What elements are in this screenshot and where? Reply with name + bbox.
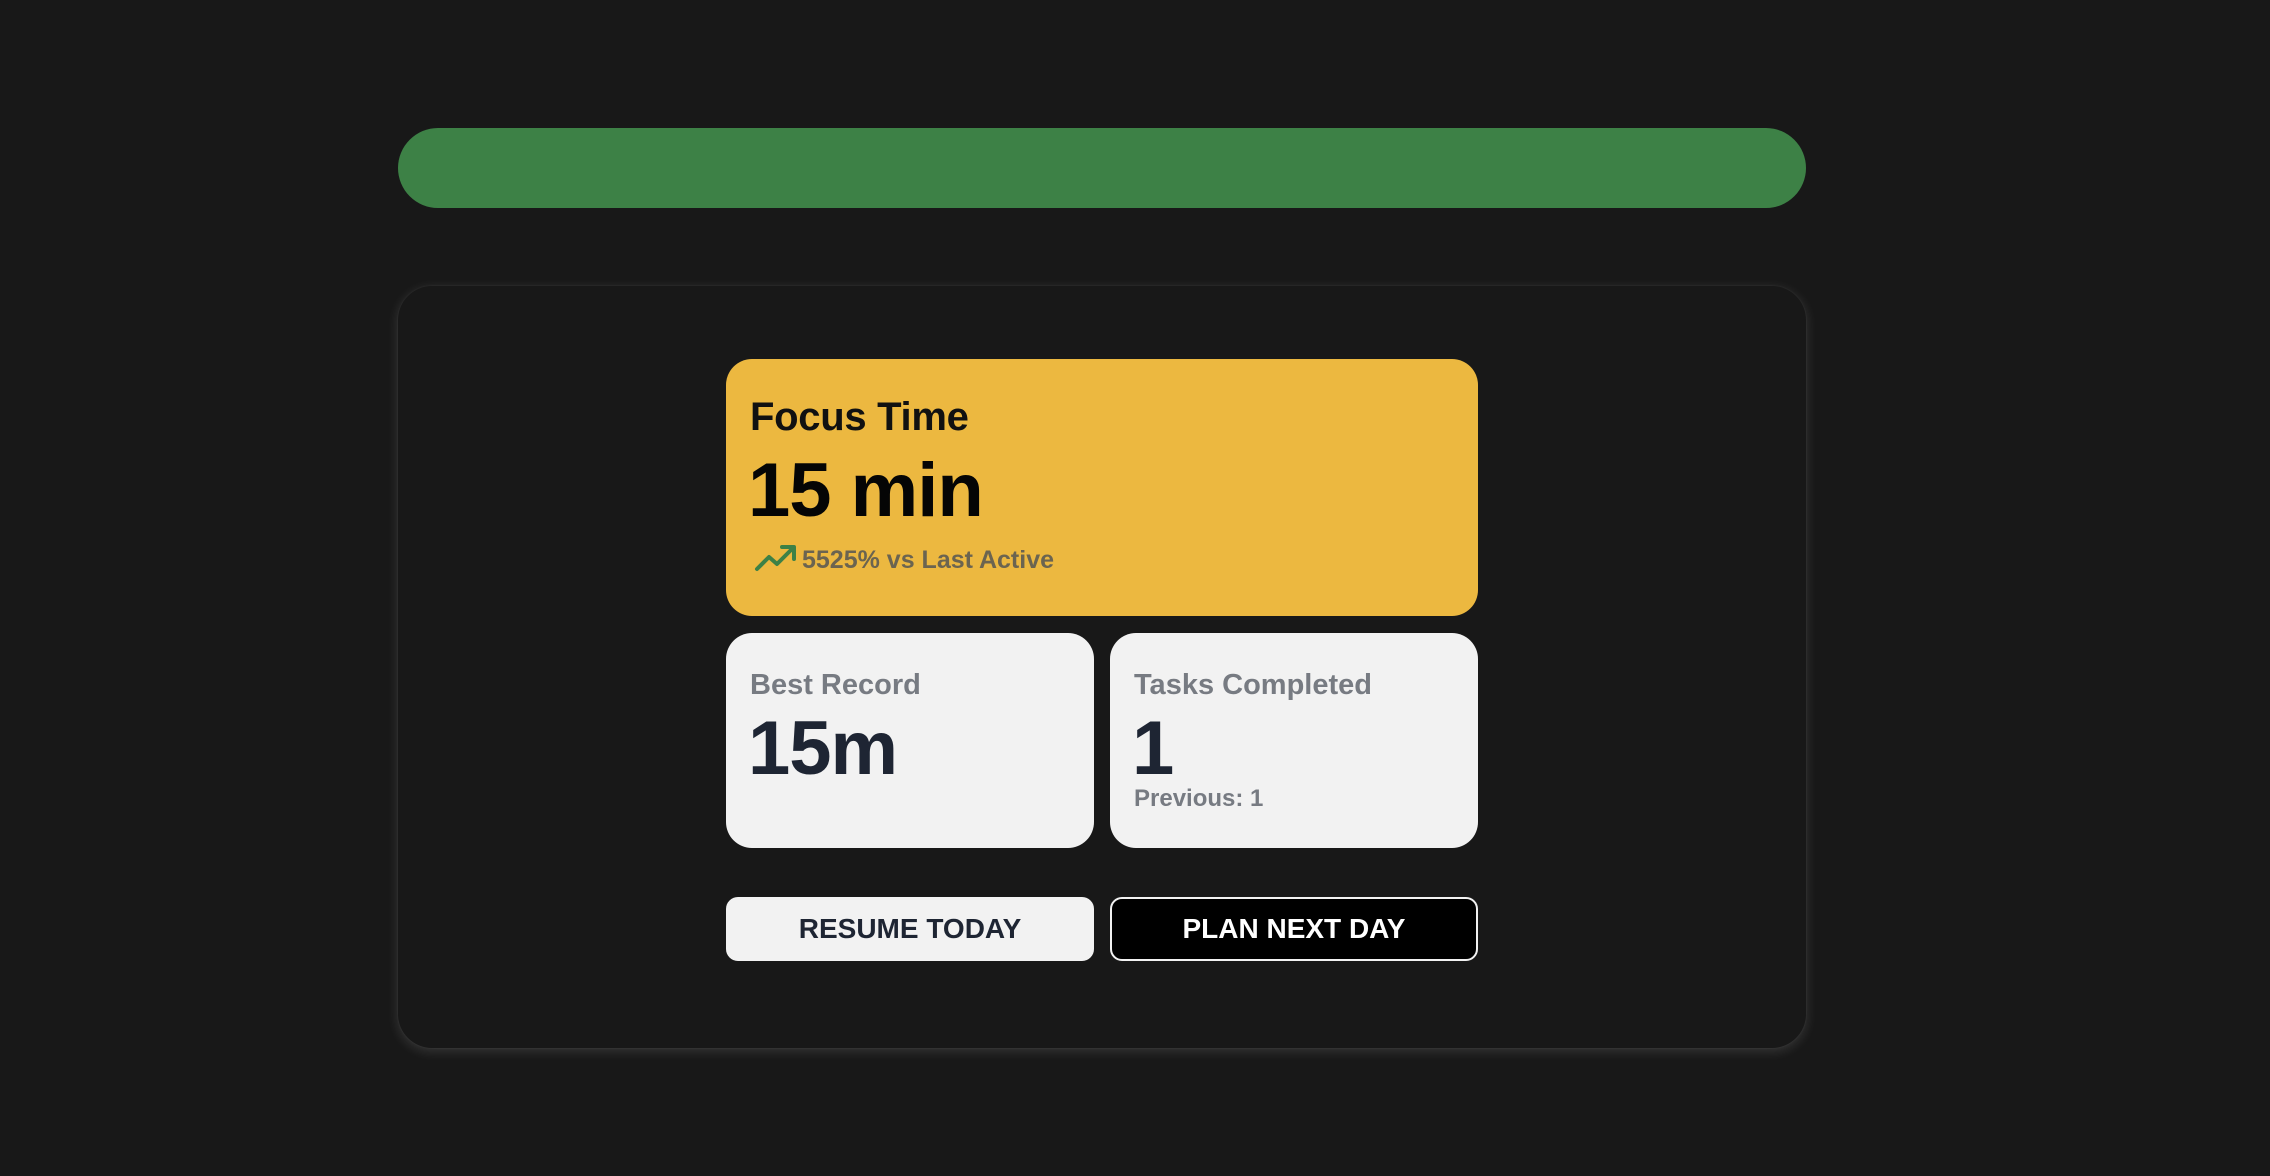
trending-up-icon	[754, 543, 798, 578]
focus-trend-text: 5525% vs Last Active	[802, 546, 1055, 574]
best-record-value: 15m	[748, 706, 898, 791]
plan-next-day-button[interactable]: PLAN NEXT DAY	[1110, 897, 1478, 961]
focus-time-card: Focus Time 15 min 5525% vs Last Active	[726, 359, 1478, 616]
focus-trend: 5525% vs Last Active	[754, 543, 1054, 578]
resume-today-button[interactable]: RESUME TODAY	[726, 897, 1094, 961]
tasks-previous-text: Previous: 1	[1134, 785, 1264, 812]
best-record-card: Best Record 15m	[726, 633, 1094, 848]
focus-time-label: Focus Time	[750, 395, 969, 439]
tasks-completed-card: Tasks Completed 1 Previous: 1	[1110, 633, 1478, 848]
tasks-completed-label: Tasks Completed	[1134, 669, 1372, 701]
focus-time-value: 15 min	[748, 448, 984, 533]
tasks-completed-value: 1	[1132, 706, 1174, 791]
best-record-label: Best Record	[750, 669, 921, 701]
status-banner	[398, 128, 1806, 208]
